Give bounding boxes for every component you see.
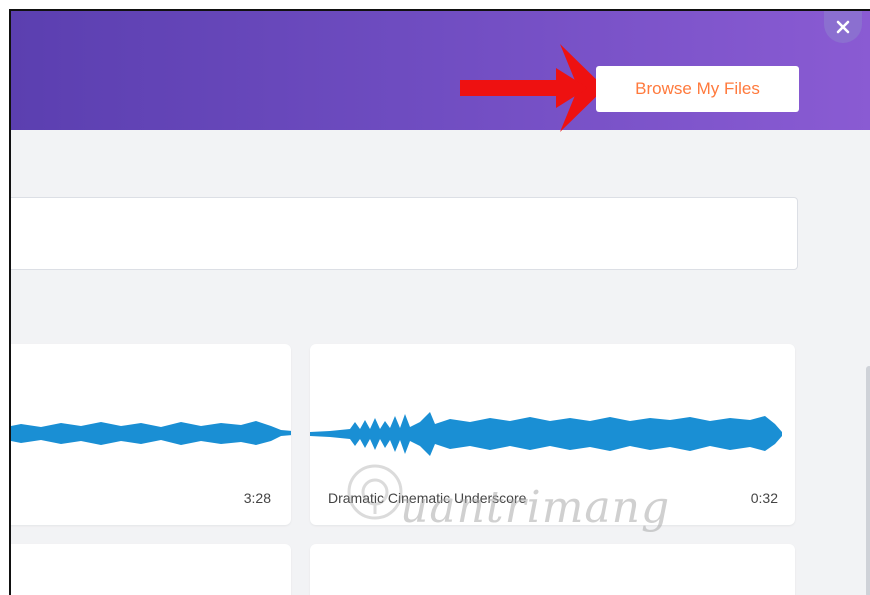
close-icon [836, 20, 850, 34]
waveform [310, 412, 782, 456]
track-card[interactable]: 3:28 [11, 344, 291, 525]
track-card[interactable] [11, 544, 291, 595]
browse-my-files-button[interactable]: Browse My Files [596, 66, 799, 112]
dialog-header: Browse My Files [11, 11, 870, 132]
track-duration: 0:32 [750, 490, 778, 506]
waveform [11, 421, 291, 445]
search-input[interactable] [11, 197, 798, 270]
scrollbar[interactable] [866, 366, 870, 595]
watermark-logo-icon [347, 464, 403, 520]
track-card[interactable] [310, 544, 795, 595]
watermark-text: uantrimang [400, 482, 671, 533]
track-duration: 3:28 [243, 490, 271, 506]
red-arrow-annotation [460, 44, 605, 132]
